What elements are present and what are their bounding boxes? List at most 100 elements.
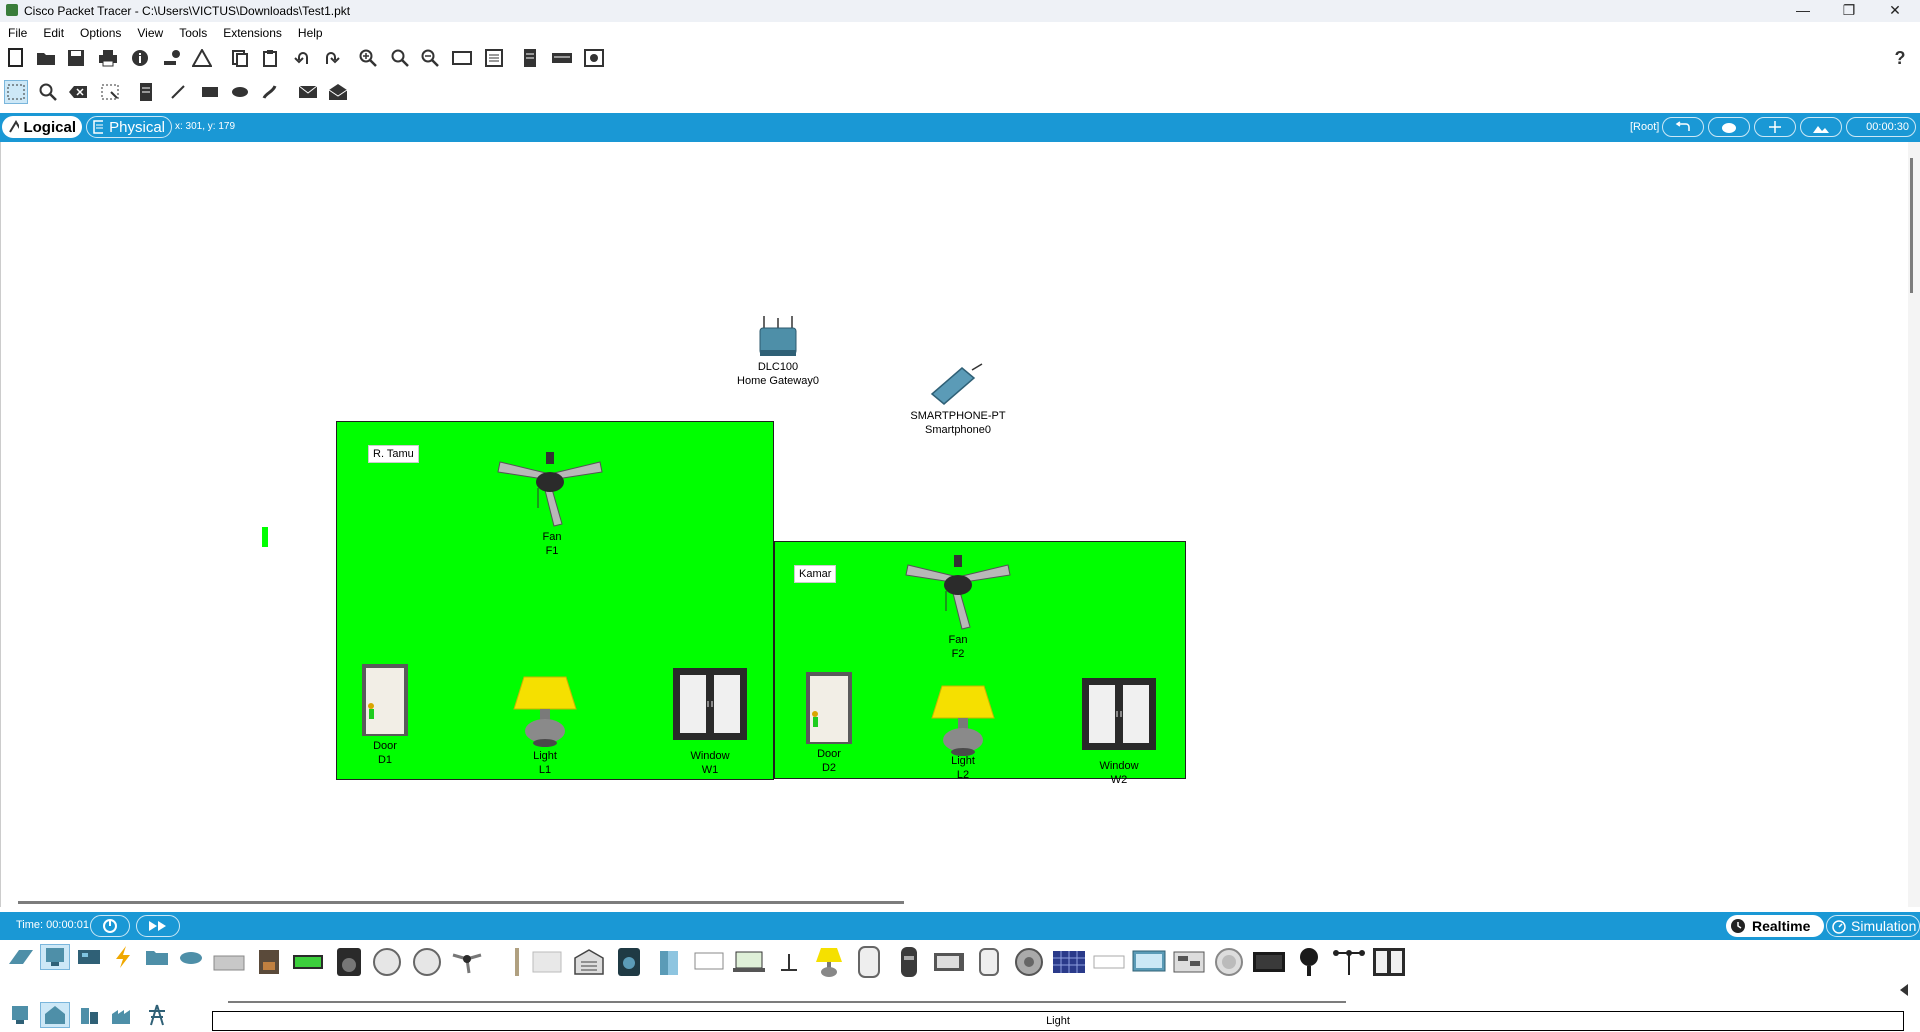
redo-icon[interactable] bbox=[320, 46, 344, 70]
device-speaker-icon[interactable] bbox=[332, 945, 366, 979]
add-simple-pdu-icon[interactable] bbox=[296, 80, 320, 104]
print-icon[interactable] bbox=[96, 46, 120, 70]
network-wizard-icon[interactable] bbox=[160, 46, 184, 70]
ipc-icon[interactable] bbox=[550, 46, 574, 70]
undo-icon[interactable] bbox=[290, 46, 314, 70]
device-wind-detector-icon[interactable] bbox=[1332, 945, 1366, 979]
draw-ellipse-icon[interactable] bbox=[228, 80, 252, 104]
menu-tools[interactable]: Tools bbox=[171, 24, 215, 42]
new-file-icon[interactable] bbox=[4, 46, 28, 70]
menu-edit[interactable]: Edit bbox=[35, 24, 72, 42]
zoom-out-icon[interactable] bbox=[418, 46, 442, 70]
device-lcd-icon[interactable] bbox=[692, 945, 726, 979]
info-icon[interactable] bbox=[128, 46, 152, 70]
paste-icon[interactable] bbox=[258, 46, 282, 70]
place-note-icon[interactable] bbox=[134, 80, 158, 104]
home-gateway-device[interactable] bbox=[756, 312, 802, 363]
device-thermostat-icon[interactable] bbox=[1092, 945, 1126, 979]
realtime-tab[interactable]: Realtime bbox=[1726, 915, 1824, 937]
add-complex-pdu-icon[interactable] bbox=[326, 80, 350, 104]
device-old-car-icon[interactable] bbox=[892, 945, 926, 979]
root-breadcrumb[interactable]: [Root] bbox=[1630, 121, 1659, 133]
copy-icon[interactable] bbox=[228, 46, 252, 70]
device-pole-icon[interactable] bbox=[500, 945, 534, 979]
save-icon[interactable] bbox=[64, 46, 88, 70]
window-w2-device[interactable] bbox=[1081, 677, 1157, 754]
device-battery-icon[interactable] bbox=[292, 945, 326, 979]
device-appliance-icon[interactable] bbox=[212, 945, 246, 979]
end-devices-icon[interactable] bbox=[40, 944, 70, 970]
simulation-tab[interactable]: Simulation bbox=[1826, 915, 1920, 937]
components-icon[interactable] bbox=[74, 944, 104, 970]
device-water-level-monitor-icon[interactable] bbox=[1212, 945, 1246, 979]
draw-rectangle-icon[interactable] bbox=[198, 80, 222, 104]
new-cluster-icon[interactable] bbox=[1708, 117, 1750, 137]
delete-icon[interactable] bbox=[66, 80, 90, 104]
device-siren-icon[interactable] bbox=[1012, 945, 1046, 979]
light-l2-device[interactable] bbox=[930, 682, 996, 761]
horizontal-scroll-thumb[interactable] bbox=[18, 901, 904, 904]
help-icon[interactable]: ? bbox=[1888, 46, 1912, 70]
inspect-icon[interactable] bbox=[36, 80, 60, 104]
door-d1-device[interactable] bbox=[360, 662, 410, 741]
device-home-speaker-icon[interactable] bbox=[612, 945, 646, 979]
zoom-in-icon[interactable] bbox=[356, 46, 380, 70]
power-grid-icon[interactable] bbox=[142, 1002, 172, 1028]
activity-wizard-icon[interactable] bbox=[190, 46, 214, 70]
pc-category-icon[interactable] bbox=[6, 1002, 36, 1028]
menu-options[interactable]: Options bbox=[72, 24, 129, 42]
light-l1-device[interactable] bbox=[512, 673, 578, 752]
fast-forward-icon[interactable] bbox=[136, 915, 180, 937]
device-ceiling-fan-icon[interactable] bbox=[450, 945, 484, 979]
viewport-time-display[interactable]: 00:00:30 bbox=[1846, 117, 1916, 137]
set-tiled-background-icon[interactable] bbox=[1800, 117, 1842, 137]
menu-view[interactable]: View bbox=[129, 24, 171, 42]
scenario-icon[interactable] bbox=[582, 46, 606, 70]
door-d2-device[interactable] bbox=[804, 670, 854, 749]
device-garage-door-icon[interactable] bbox=[572, 945, 606, 979]
menu-extensions[interactable]: Extensions bbox=[215, 24, 290, 42]
device-portable-music-player-icon[interactable] bbox=[932, 945, 966, 979]
fan-f2-device[interactable] bbox=[902, 555, 1014, 634]
freeform-icon[interactable] bbox=[258, 80, 282, 104]
device-coffee-maker-icon[interactable] bbox=[252, 945, 286, 979]
device-trip-sensor-icon[interactable] bbox=[1172, 945, 1206, 979]
smart-city-icon[interactable] bbox=[74, 1002, 104, 1028]
menu-help[interactable]: Help bbox=[290, 24, 331, 42]
industrial-icon[interactable] bbox=[108, 1002, 138, 1028]
network-devices-icon[interactable] bbox=[6, 944, 36, 970]
device-carbon-monoxide-detector-icon[interactable] bbox=[410, 945, 444, 979]
notes-icon[interactable] bbox=[518, 46, 542, 70]
smartphone-device[interactable] bbox=[928, 362, 988, 411]
device-tablet-icon[interactable] bbox=[1132, 945, 1166, 979]
device-webcam-icon[interactable] bbox=[1252, 945, 1286, 979]
logical-workspace[interactable] bbox=[0, 142, 1909, 907]
device-laptop-icon[interactable] bbox=[732, 945, 766, 979]
device-humidifier-icon[interactable] bbox=[652, 945, 686, 979]
home-category-icon[interactable] bbox=[40, 1002, 70, 1028]
miscellaneous-icon[interactable] bbox=[142, 944, 172, 970]
menu-file[interactable]: File bbox=[0, 24, 35, 42]
move-object-icon[interactable] bbox=[1754, 117, 1796, 137]
back-icon[interactable] bbox=[1662, 117, 1704, 137]
fan-f1-device[interactable] bbox=[494, 452, 606, 531]
open-folder-icon[interactable] bbox=[34, 46, 58, 70]
draw-line-icon[interactable] bbox=[166, 80, 190, 104]
power-cycle-icon[interactable] bbox=[90, 915, 130, 937]
multiuser-connection-icon[interactable] bbox=[176, 944, 206, 970]
vertical-scroll-thumb[interactable] bbox=[1910, 158, 1913, 293]
custom-device-dialog-icon[interactable] bbox=[482, 46, 506, 70]
minimize-button[interactable]: — bbox=[1780, 0, 1826, 22]
device-light-icon[interactable] bbox=[812, 945, 846, 979]
restore-button[interactable]: ❐ bbox=[1826, 0, 1872, 22]
device-rfid-reader-icon[interactable] bbox=[972, 945, 1006, 979]
device-solar-panel-icon[interactable] bbox=[1052, 945, 1086, 979]
drawing-palette-icon[interactable] bbox=[450, 46, 474, 70]
close-button[interactable]: ✕ bbox=[1872, 0, 1918, 22]
logical-tab[interactable]: Logical bbox=[2, 116, 82, 138]
device-lawn-sprinkler-icon[interactable] bbox=[772, 945, 806, 979]
connections-icon[interactable] bbox=[108, 944, 138, 970]
resize-shape-icon[interactable] bbox=[98, 80, 122, 104]
device-panel-icon[interactable] bbox=[530, 945, 564, 979]
device-camera-icon[interactable] bbox=[1292, 945, 1326, 979]
